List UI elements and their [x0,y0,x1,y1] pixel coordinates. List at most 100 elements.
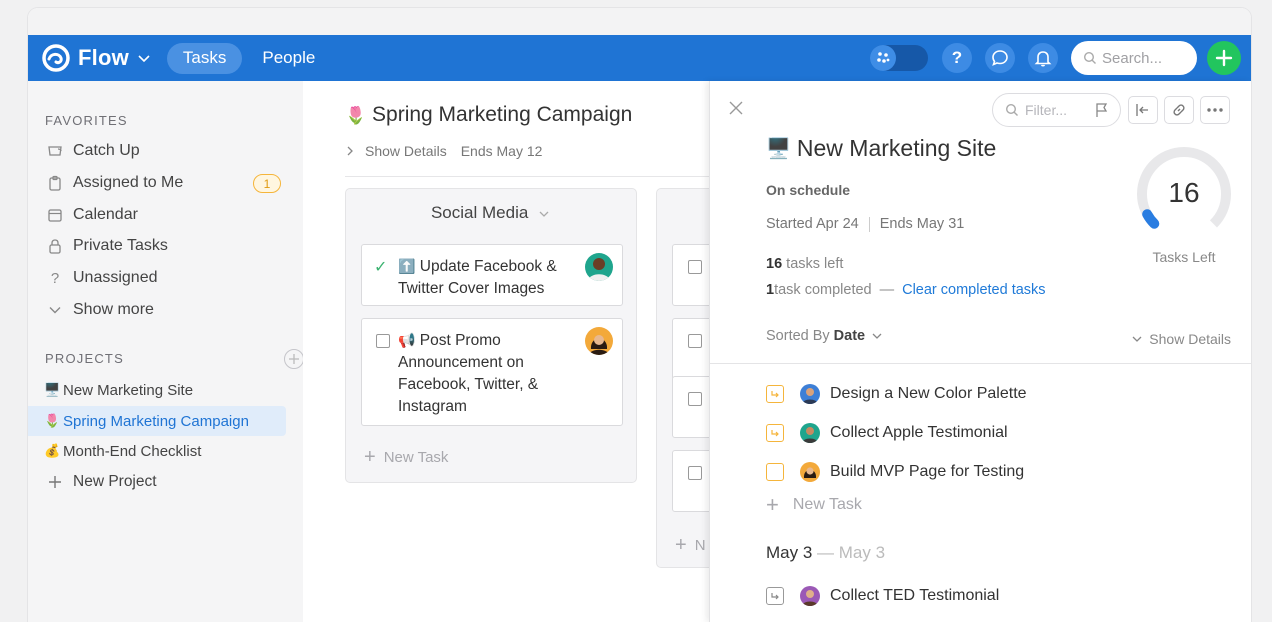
task-card[interactable] [672,244,709,306]
close-icon[interactable] [728,99,744,122]
money-bag-icon: 💰 [44,443,61,458]
task-card[interactable] [672,318,709,380]
collapse-panel-button[interactable] [1128,96,1158,124]
chevron-down-icon [539,211,549,217]
avatar [800,586,820,606]
search-input[interactable] [1102,49,1192,67]
collapse-left-icon [1136,104,1148,116]
chevron-down-icon [46,301,64,319]
sidebar-item-private-tasks[interactable]: Private Tasks [28,231,286,261]
filter-input[interactable] [1025,102,1087,118]
plus-icon [1215,49,1233,67]
project-meta: Show Details Ends May 12 [343,143,556,159]
task-checkbox[interactable] [766,463,784,481]
task-card[interactable] [672,450,709,512]
sidebar-item-label: New Project [73,473,157,490]
brand-name: Flow [78,45,129,70]
project-dates: Started Apr 24 Ends May 31 [766,216,964,232]
task-checkbox[interactable] [688,466,702,480]
top-actions: ? [870,35,1241,81]
board-column-social-media: Social Media ✓ ⬆️ Update Facebook & Twit… [345,188,637,483]
count-badge: 1 [253,174,281,193]
sidebar-item-calendar[interactable]: Calendar [28,200,286,230]
sidebar: FAVORITES Catch Up Assigned to Me 1 Cale… [28,81,304,622]
checkmark-icon[interactable]: ✓ [374,257,387,279]
tab-tasks[interactable]: Tasks [166,42,243,74]
projects-heading: PROJECTS [45,351,124,366]
task-title: Build MVP Page for Testing [830,463,1025,480]
board-area: 🌷 Spring Marketing Campaign Show Details… [303,81,709,622]
sidebar-item-catch-up[interactable]: Catch Up [28,136,286,166]
list-item[interactable]: Collect Apple Testimonial [766,420,1008,446]
new-task-button[interactable]: + N [675,534,706,557]
more-options-button[interactable] [1200,96,1230,124]
avatar [800,423,820,443]
filter-box[interactable] [992,93,1121,127]
separator [868,216,870,232]
search-box[interactable] [1071,41,1197,75]
subtask-checkbox[interactable] [766,424,784,442]
tulip-icon: 🌷 [44,413,61,428]
copy-link-button[interactable] [1164,96,1194,124]
sidebar-new-project[interactable]: New Project [28,467,286,497]
tab-people[interactable]: People [246,43,331,74]
help-button[interactable]: ? [942,43,972,73]
add-button[interactable] [1207,41,1241,75]
list-item[interactable]: Build MVP Page for Testing [766,459,1024,485]
detail-title-text: New Marketing Site [796,135,997,161]
subtask-arrow-icon [771,593,779,600]
dots-cluster-icon [877,52,890,63]
sidebar-item-assigned-to-me[interactable]: Assigned to Me 1 [28,168,286,198]
task-card[interactable]: 📢 Post Promo Announcement on Facebook, T… [361,318,623,426]
show-details-link[interactable]: Show Details [365,143,447,159]
notifications-button[interactable] [1028,43,1058,73]
task-title: Post Promo Announcement on Facebook, Twi… [398,332,539,415]
list-item[interactable]: Design a New Color Palette [766,381,1027,407]
clear-completed-link[interactable]: Clear completed tasks [902,282,1045,298]
subtask-checkbox[interactable] [766,385,784,403]
chevron-right-icon [347,146,353,156]
task-checkbox[interactable] [376,334,390,348]
show-details-toggle[interactable]: Show Details [1131,331,1231,347]
task-checkbox[interactable] [688,260,702,274]
sidebar-item-label: Show more [73,301,154,318]
sidebar-item-unassigned[interactable]: ? Unassigned [28,263,286,293]
megaphone-icon: 📢 [398,332,416,348]
favorites-heading: FAVORITES [45,113,128,128]
search-icon [1005,103,1018,116]
flag-icon[interactable] [1094,102,1110,118]
project-end-date: Ends May 12 [460,143,543,159]
list-item[interactable]: Collect TED Testimonial [766,583,999,609]
chevron-down-icon [138,55,150,63]
plus-icon [289,354,299,364]
sidebar-item-label: Month-End Checklist [63,442,202,460]
chevron-down-icon [872,333,882,339]
plus-icon: + [675,534,687,556]
task-card[interactable] [672,376,709,438]
add-project-button[interactable] [284,349,304,369]
sidebar-item-label: New Marketing Site [63,381,194,399]
new-task-button[interactable]: + New Task [364,446,448,469]
sidebar-project-new-marketing-site[interactable]: 🖥️ New Marketing Site [28,375,286,405]
subtask-checkbox[interactable] [766,587,784,605]
divider [710,363,1251,364]
avatar [800,462,820,482]
sidebar-project-spring-marketing-campaign[interactable]: 🌷 Spring Marketing Campaign [28,406,286,436]
chat-button[interactable] [985,43,1015,73]
workspace-toggle[interactable] [870,45,928,71]
task-checkbox[interactable] [688,392,702,406]
sidebar-item-show-more[interactable]: Show more [28,295,286,325]
brand-menu[interactable]: Flow [42,44,151,72]
more-dots-icon [1207,108,1223,112]
gauge-fill [1142,209,1160,229]
column-title[interactable]: Social Media [346,203,636,223]
task-title: Design a New Color Palette [830,385,1027,402]
task-checkbox[interactable] [688,334,702,348]
task-card[interactable]: ✓ ⬆️ Update Facebook & Twitter Cover Ima… [361,244,623,306]
sidebar-item-label: Catch Up [73,142,140,159]
sidebar-project-month-end-checklist[interactable]: 💰 Month-End Checklist [28,436,286,466]
new-task-button[interactable]: + New Task [766,492,862,518]
task-title: Collect Apple Testimonial [830,424,1008,441]
sort-control[interactable]: Sorted By Date [766,328,883,344]
lock-icon [46,237,64,255]
